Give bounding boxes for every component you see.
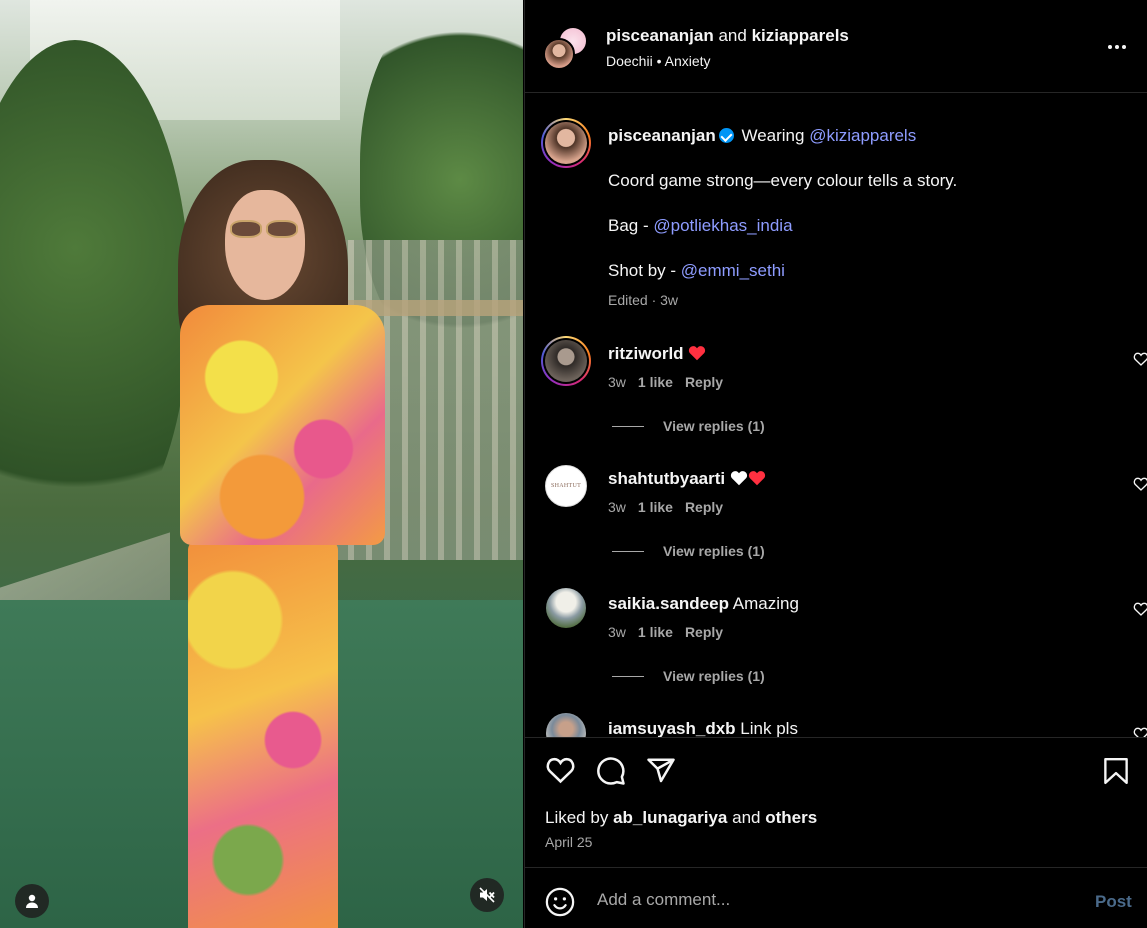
post-header: pisceananjan and kiziapparels Doechii • … bbox=[525, 0, 1147, 93]
comment-input[interactable] bbox=[595, 886, 1059, 914]
comment-meta: 3w 1 like Reply bbox=[608, 374, 723, 390]
white-heart-emoji-icon bbox=[730, 471, 747, 486]
collab-avatars[interactable] bbox=[543, 26, 591, 72]
caption-avatar[interactable] bbox=[541, 118, 591, 168]
comment-body: shahtutbyaarti bbox=[608, 468, 766, 490]
media-subject bbox=[170, 160, 390, 928]
user-icon bbox=[26, 894, 38, 908]
caption-meta: Edited · 3w bbox=[608, 292, 679, 308]
mute-button[interactable] bbox=[470, 878, 504, 912]
post-comment-button[interactable]: Post bbox=[1095, 892, 1132, 912]
caption-username[interactable]: pisceananjan bbox=[608, 126, 716, 145]
comment-meta: 3w 1 like Reply bbox=[608, 499, 723, 515]
caption-prefix: Wearing bbox=[741, 126, 805, 145]
tagged-users-button[interactable] bbox=[15, 884, 49, 918]
heart-icon[interactable] bbox=[545, 756, 576, 784]
comment-body: saikia.sandeep Amazing bbox=[608, 593, 799, 615]
reply-button[interactable]: Reply bbox=[685, 374, 723, 390]
bookmark-icon[interactable] bbox=[1103, 756, 1129, 786]
audio-link[interactable]: Doechii • Anxiety bbox=[606, 53, 711, 69]
reply-button[interactable]: Reply bbox=[685, 499, 723, 515]
comment-body: ritziworld bbox=[608, 343, 706, 365]
caption-label: Bag - bbox=[608, 216, 654, 235]
caption-line: Coord game strong—every colour tells a s… bbox=[608, 171, 958, 190]
comment-item: ritziworld 3w 1 like Reply View replies (1… bbox=[541, 336, 1147, 446]
comment-avatar[interactable] bbox=[541, 336, 591, 386]
comment-item: saikia.sandeep Amazing 3w 1 like Reply Vie… bbox=[541, 586, 1147, 696]
like-comment-heart-icon[interactable] bbox=[1133, 476, 1147, 492]
comment-likes[interactable]: 1 like bbox=[638, 499, 673, 515]
mention-link[interactable]: @kiziapparels bbox=[809, 126, 916, 145]
liked-by-joiner: and bbox=[732, 808, 761, 827]
reply-button[interactable]: Reply bbox=[685, 624, 723, 640]
mention-link[interactable]: @emmi_sethi bbox=[681, 261, 785, 280]
subject-sunglasses bbox=[230, 220, 302, 240]
post-actions: Liked by ab_lunagariya and others April … bbox=[525, 737, 1147, 867]
like-comment-heart-icon[interactable] bbox=[1133, 726, 1147, 737]
caption-line: Shot by - @emmi_sethi bbox=[608, 260, 1128, 282]
audio-track: Anxiety bbox=[664, 53, 711, 69]
view-replies-button[interactable]: View replies (1) bbox=[612, 668, 765, 684]
more-options-button[interactable] bbox=[1105, 40, 1129, 54]
author-link[interactable]: pisceananjan bbox=[606, 26, 714, 45]
verified-badge-icon bbox=[718, 128, 734, 143]
caption-text: pisceananjan Wearing @kiziapparels Coord… bbox=[608, 125, 1128, 311]
comment-username[interactable]: saikia.sandeep bbox=[608, 594, 729, 613]
post-authors: pisceananjan and kiziapparels bbox=[606, 26, 849, 46]
comment-avatar[interactable] bbox=[546, 588, 586, 628]
audio-artist: Doechii bbox=[606, 53, 653, 69]
comment-username[interactable]: iamsuyash_dxb bbox=[608, 719, 736, 737]
comment-time: 3w bbox=[608, 374, 626, 390]
comment-item: iamsuyash_dxb Link pls bbox=[541, 711, 1147, 737]
like-comment-heart-icon[interactable] bbox=[1133, 601, 1147, 617]
comment-likes[interactable]: 1 like bbox=[638, 624, 673, 640]
comment-username[interactable]: ritziworld bbox=[608, 344, 684, 363]
muted-icon bbox=[479, 887, 495, 903]
view-replies-button[interactable]: View replies (1) bbox=[612, 543, 765, 559]
author-link[interactable]: kiziapparels bbox=[752, 26, 849, 45]
comment-text: Amazing bbox=[732, 594, 799, 613]
like-comment-heart-icon[interactable] bbox=[1133, 351, 1147, 367]
avatar-logo-text: SHAHTUT bbox=[550, 483, 582, 489]
author-joiner: and bbox=[718, 26, 747, 45]
comment-text: Link pls bbox=[740, 719, 798, 737]
audio-separator: • bbox=[656, 53, 662, 69]
caption-label: Shot by - bbox=[608, 261, 681, 280]
liked-by-user[interactable]: ab_lunagariya bbox=[613, 808, 727, 827]
red-heart-emoji-icon bbox=[748, 471, 765, 486]
subject-shirt bbox=[180, 305, 385, 545]
liked-by-prefix: Liked by bbox=[545, 808, 609, 827]
comment-meta: 3w 1 like Reply bbox=[608, 624, 723, 640]
comment-time: 3w bbox=[608, 499, 626, 515]
more-icon bbox=[1108, 45, 1126, 49]
post-media[interactable] bbox=[0, 0, 523, 928]
red-heart-emoji-icon bbox=[689, 346, 706, 361]
view-replies-button[interactable]: View replies (1) bbox=[612, 418, 765, 434]
emoji-icon[interactable] bbox=[545, 887, 575, 917]
comment-username[interactable]: shahtutbyaarti bbox=[608, 469, 725, 488]
comment-body: iamsuyash_dxb Link pls bbox=[608, 718, 798, 737]
comments-scroll-area[interactable]: pisceananjan Wearing @kiziapparels Coord… bbox=[525, 94, 1147, 737]
avatar-pisceananjan[interactable] bbox=[543, 38, 575, 70]
caption-line: Bag - @potliekhas_india bbox=[608, 215, 1128, 237]
mention-link[interactable]: @potliekhas_india bbox=[653, 216, 792, 235]
post-date[interactable]: April 25 bbox=[545, 834, 592, 850]
subject-face bbox=[225, 190, 305, 300]
comment-avatar[interactable]: SHAHTUT bbox=[545, 465, 587, 507]
liked-by-summary: Liked by ab_lunagariya and others bbox=[545, 808, 817, 828]
add-comment-bar: Post bbox=[525, 867, 1147, 928]
comment-icon[interactable] bbox=[596, 756, 626, 786]
subject-pants bbox=[188, 540, 338, 928]
comment-item: SHAHTUT shahtutbyaarti 3w 1 like Reply Vie… bbox=[541, 461, 1147, 571]
liked-by-others[interactable]: others bbox=[765, 808, 817, 827]
comment-time: 3w bbox=[608, 624, 626, 640]
comment-likes[interactable]: 1 like bbox=[638, 374, 673, 390]
share-icon[interactable] bbox=[646, 756, 676, 786]
post-detail-panel: pisceananjan and kiziapparels Doechii • … bbox=[524, 0, 1147, 928]
comment-avatar[interactable] bbox=[546, 713, 586, 737]
